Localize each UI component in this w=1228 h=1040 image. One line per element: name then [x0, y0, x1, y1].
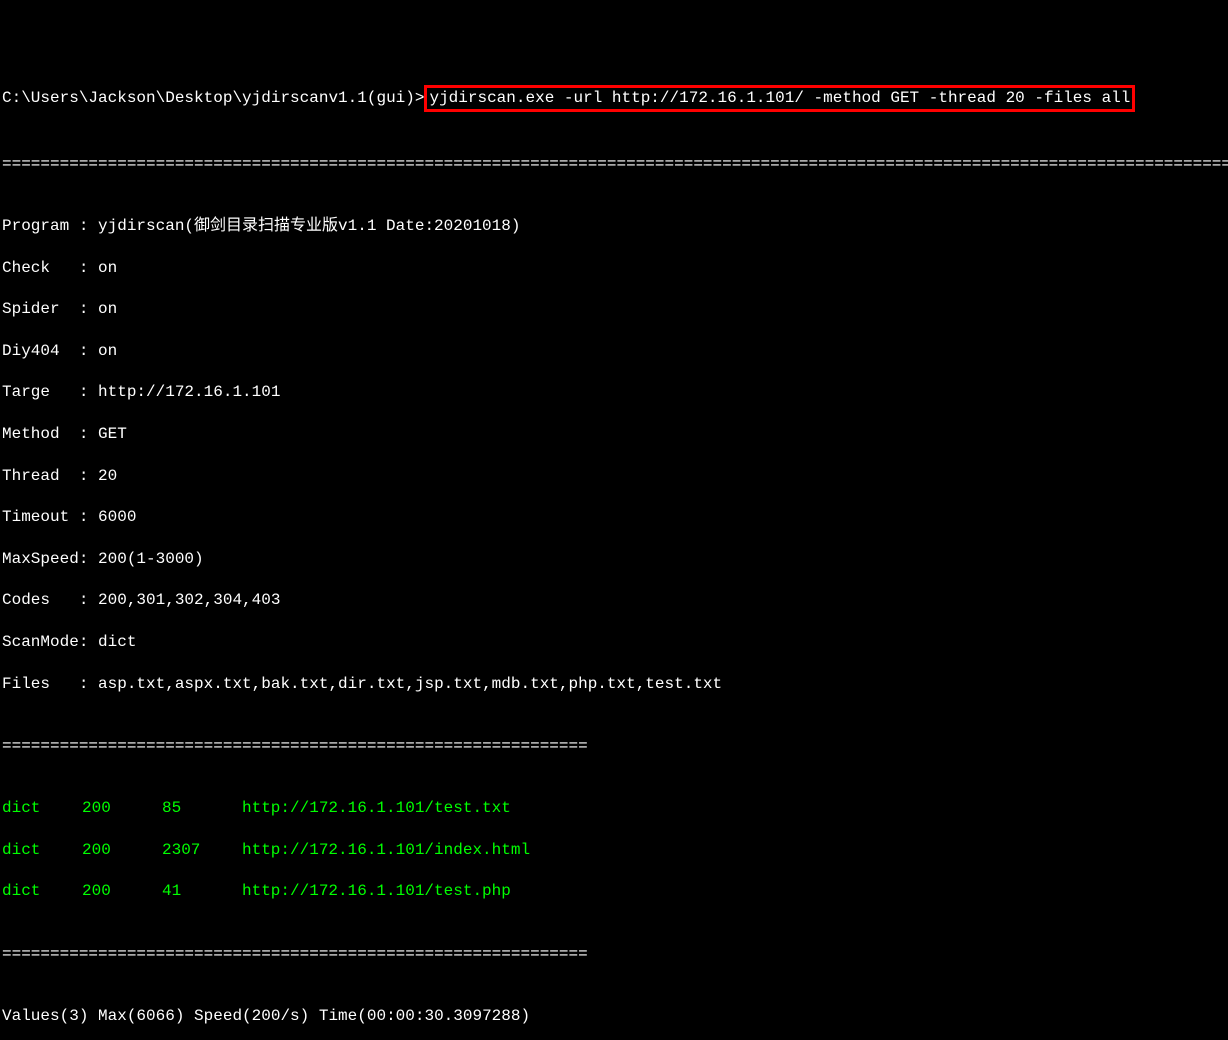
config-key: Files: [2, 674, 79, 695]
config-key: Spider: [2, 299, 79, 320]
config-method: Method : GET: [2, 424, 1226, 445]
config-files: Files : asp.txt,aspx.txt,bak.txt,dir.txt…: [2, 674, 1226, 695]
config-value: asp.txt,aspx.txt,bak.txt,dir.txt,jsp.txt…: [98, 675, 722, 693]
config-scanmode: ScanMode: dict: [2, 632, 1226, 653]
config-value: GET: [98, 425, 127, 443]
config-diy404: Diy404 : on: [2, 341, 1226, 362]
config-value: 200,301,302,304,403: [98, 591, 280, 609]
config-key: Diy404: [2, 341, 79, 362]
config-value: http://172.16.1.101: [98, 383, 280, 401]
config-value: 200(1-3000): [98, 550, 204, 568]
config-check: Check : on: [2, 258, 1226, 279]
prompt-path: C:\Users\Jackson\Desktop\yjdirscanv1.1(g…: [2, 88, 424, 109]
command-text: yjdirscan.exe -url http://172.16.1.101/ …: [429, 89, 1130, 107]
result-size: 2307: [162, 840, 242, 861]
result-code: 200: [82, 798, 162, 819]
config-thread: Thread : 20: [2, 466, 1226, 487]
result-mode: dict: [2, 798, 82, 819]
config-value: on: [98, 259, 117, 277]
config-key: Codes: [2, 590, 79, 611]
result-row: dict20041http://172.16.1.101/test.php: [2, 881, 1226, 902]
config-targe: Targe : http://172.16.1.101: [2, 382, 1226, 403]
config-codes: Codes : 200,301,302,304,403: [2, 590, 1226, 611]
config-key: ScanMode: [2, 632, 79, 653]
config-key: Timeout: [2, 507, 79, 528]
command-prompt-line[interactable]: C:\Users\Jackson\Desktop\yjdirscanv1.1(g…: [2, 85, 1226, 112]
result-mode: dict: [2, 881, 82, 902]
config-value: yjdirscan(御剑目录扫描专业版v1.1 Date:20201018): [98, 217, 520, 235]
result-size: 85: [162, 798, 242, 819]
result-row: dict2002307http://172.16.1.101/index.htm…: [2, 840, 1226, 861]
config-timeout: Timeout : 6000: [2, 507, 1226, 528]
result-code: 200: [82, 840, 162, 861]
result-size: 41: [162, 881, 242, 902]
config-key: Program: [2, 216, 79, 237]
config-key: MaxSpeed: [2, 549, 79, 570]
config-value: 20: [98, 467, 117, 485]
result-url: http://172.16.1.101/test.txt: [242, 798, 511, 819]
config-maxspeed: MaxSpeed: 200(1-3000): [2, 549, 1226, 570]
config-key: Thread: [2, 466, 79, 487]
config-key: Targe: [2, 382, 79, 403]
config-value: 6000: [98, 508, 136, 526]
status-line: Values(3) Max(6066) Speed(200/s) Time(00…: [2, 1006, 1226, 1027]
config-program: Program : yjdirscan(御剑目录扫描专业版v1.1 Date:2…: [2, 216, 1226, 237]
config-key: Method: [2, 424, 79, 445]
config-key: Check: [2, 258, 79, 279]
divider-top: ========================================…: [2, 154, 1226, 175]
result-row: dict20085http://172.16.1.101/test.txt: [2, 798, 1226, 819]
command-highlight: yjdirscan.exe -url http://172.16.1.101/ …: [424, 85, 1135, 112]
config-value: on: [98, 300, 117, 318]
divider-mid2: ========================================…: [2, 944, 1226, 965]
config-value: dict: [98, 633, 136, 651]
config-spider: Spider : on: [2, 299, 1226, 320]
result-url: http://172.16.1.101/test.php: [242, 881, 511, 902]
result-code: 200: [82, 881, 162, 902]
result-mode: dict: [2, 840, 82, 861]
divider-mid1: ========================================…: [2, 736, 1226, 757]
config-value: on: [98, 342, 117, 360]
result-url: http://172.16.1.101/index.html: [242, 840, 530, 861]
